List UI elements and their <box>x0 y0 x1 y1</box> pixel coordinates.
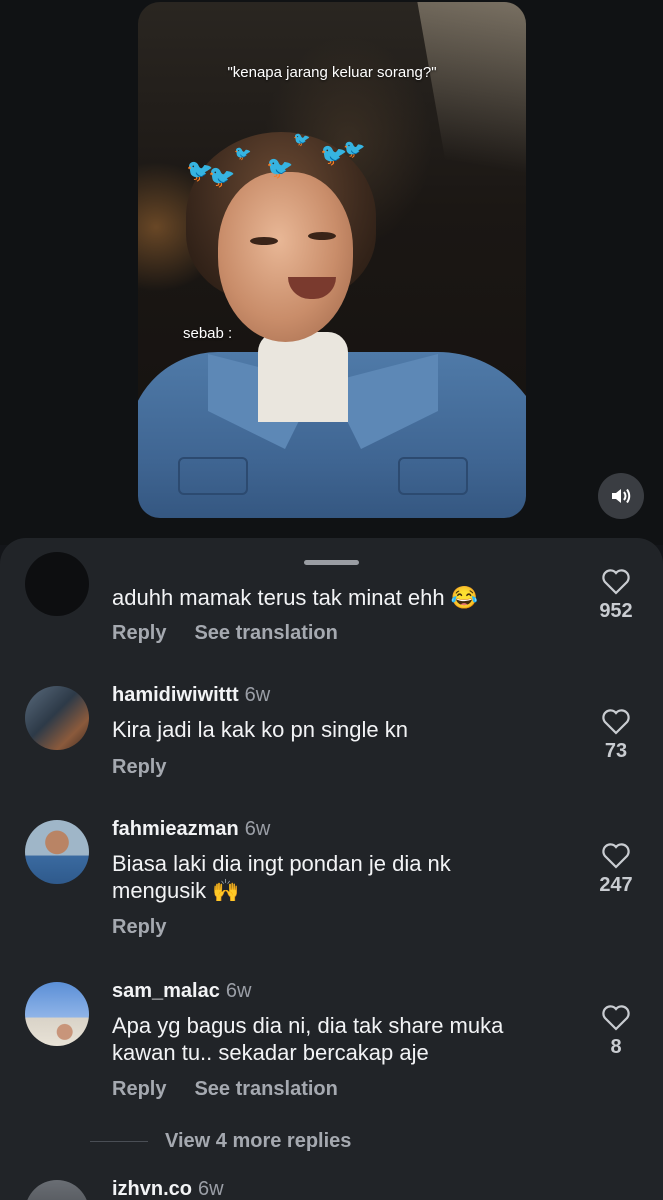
comment-actions: Reply See translation <box>112 1078 338 1101</box>
comment-text: Kira jadi la kak ko pn single kn <box>112 717 408 742</box>
reply-button[interactable]: Reply <box>112 756 166 778</box>
avatar[interactable] <box>25 552 89 616</box>
white-shirt <box>258 332 348 422</box>
bird-sticker-icon: 🐦 <box>343 139 366 159</box>
comment-actions: Reply <box>112 916 166 939</box>
bird-sticker-icon: 🐦 <box>234 145 252 161</box>
like-button[interactable]: 247 <box>590 842 642 897</box>
drag-handle[interactable] <box>304 560 359 565</box>
comment-time: 6w <box>244 818 271 840</box>
view-more-replies-label: View 4 more replies <box>165 1129 352 1152</box>
bird-sticker-icon: 🐦 <box>266 155 294 180</box>
avatar[interactable] <box>25 1180 89 1200</box>
comment-text: aduhh mamak terus tak minat ehh 😂 <box>112 585 479 610</box>
see-translation-button[interactable]: See translation <box>194 1078 337 1100</box>
heart-icon <box>602 709 630 735</box>
reply-button[interactable]: Reply <box>112 916 166 938</box>
video-caption-sebab: sebab : <box>183 325 233 342</box>
video-player[interactable]: 🐦 🐦 🐦 🐦 🐦 🐦 🐦 "kenapa jarang keluar sora… <box>138 2 526 518</box>
comment-time: 6w <box>225 980 252 1002</box>
face <box>218 172 353 342</box>
view-more-replies-button[interactable]: View 4 more replies <box>90 1126 490 1156</box>
comment-actions: Reply <box>112 756 166 779</box>
video-area: 🐦 🐦 🐦 🐦 🐦 🐦 🐦 "kenapa jarang keluar sora… <box>0 0 663 545</box>
window-light <box>416 2 526 254</box>
comment-username[interactable]: hamidiwiwittt 6w <box>112 684 270 707</box>
like-button[interactable]: 73 <box>590 708 642 763</box>
like-button[interactable]: 8 <box>590 1004 642 1059</box>
like-count: 8 <box>610 1036 622 1058</box>
comment-username[interactable]: sam_malac 6w <box>112 980 251 1003</box>
thread-line <box>90 1140 148 1142</box>
comment-time: 6w <box>244 684 271 706</box>
speaker-volume-icon <box>612 488 631 504</box>
avatar[interactable] <box>25 820 89 884</box>
heart-icon <box>602 1005 630 1031</box>
comment-text: Apa yg bagus dia ni, dia tak share muka … <box>112 1013 504 1065</box>
comment-text: Biasa laki dia ingt pondan je dia nk men… <box>112 851 451 903</box>
like-count: 73 <box>604 740 628 762</box>
like-count: 247 <box>599 874 633 896</box>
video-caption: "kenapa jarang keluar sorang?" <box>227 64 437 81</box>
comment-username[interactable]: fahmieazman 6w <box>112 818 270 841</box>
see-translation-button[interactable]: See translation <box>194 622 337 644</box>
like-button[interactable]: 952 <box>590 568 642 623</box>
mute-button[interactable] <box>598 473 644 519</box>
reply-button[interactable]: Reply <box>112 1078 166 1100</box>
avatar[interactable] <box>25 982 89 1046</box>
comments-sheet: aduhh mamak terus tak minat ehh 😂 Reply S… <box>0 538 663 1200</box>
comment-actions: Reply See translation <box>112 622 338 645</box>
avatar[interactable] <box>25 686 89 750</box>
bird-sticker-icon: 🐦 <box>208 164 236 189</box>
bird-sticker-icon: 🐦 <box>293 131 311 147</box>
comment-username[interactable]: izhvn.co 6w <box>112 1178 224 1200</box>
heart-icon <box>602 843 630 869</box>
like-count: 952 <box>599 600 633 622</box>
comment-time: 6w <box>198 1178 224 1200</box>
eye-left <box>250 237 278 245</box>
jacket-pocket-left <box>178 457 248 495</box>
heart-icon <box>602 569 630 595</box>
eye-right <box>308 232 336 240</box>
reply-button[interactable]: Reply <box>112 622 166 644</box>
jacket-pocket-right <box>398 457 468 495</box>
